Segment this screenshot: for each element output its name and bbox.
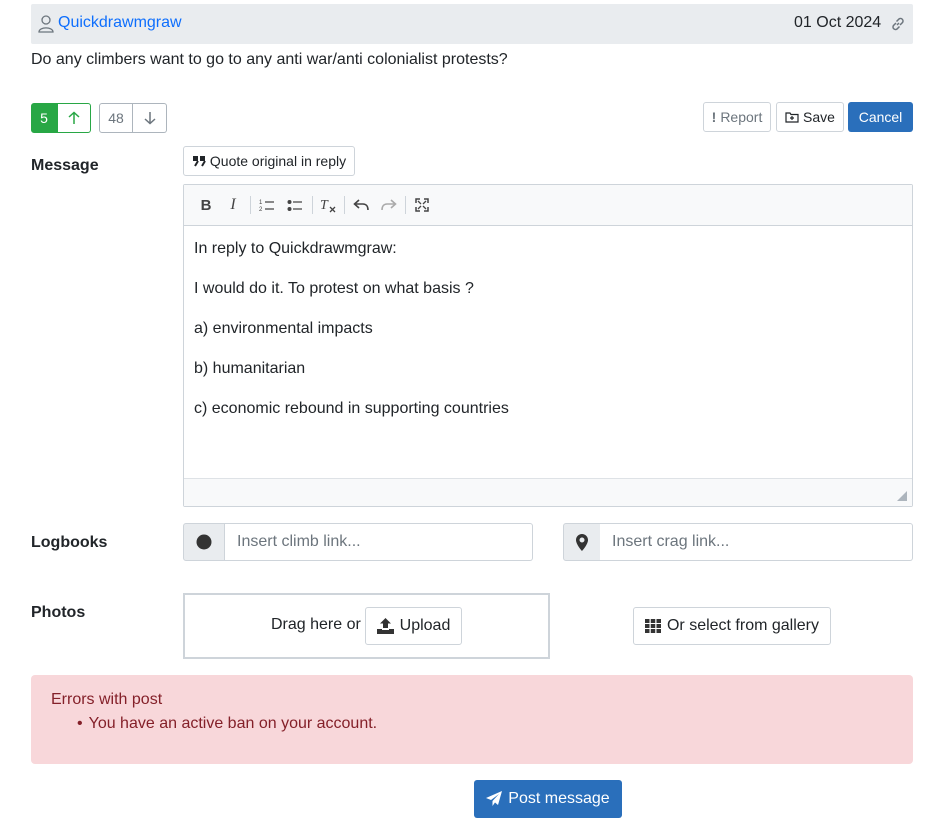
redo-button[interactable] [379,195,399,215]
photos-label: Photos [31,604,86,621]
quote-icon [192,156,206,167]
resize-handle-icon[interactable] [897,491,907,501]
error-title: Errors with post [51,691,163,708]
bold-icon: B [200,196,212,214]
folder-plus-icon [785,112,799,123]
gallery-label: Or select from gallery [666,617,820,634]
map-marker-icon [576,533,588,551]
upload-icon [376,618,394,634]
crag-link-prefix [563,523,601,561]
exclamation-icon: ! [711,109,717,125]
italic-icon: I [230,196,236,213]
toolbar-divider [250,196,251,214]
editor-line: I would do it. To protest on what basis … [194,280,474,297]
undo-button[interactable] [351,195,371,215]
climb-circle-icon [196,534,212,550]
toolbar-divider [405,196,406,214]
italic-button[interactable]: I [223,195,243,215]
save-label: Save [803,109,835,125]
svg-text:T: T [320,198,329,213]
bullet-list-button[interactable] [285,195,305,215]
clear-format-button[interactable]: T [318,195,338,215]
upload-button[interactable]: Upload [365,607,462,645]
post-date: 01 Oct 2024 [794,14,882,31]
undo-icon [353,199,369,211]
climb-link-input[interactable] [225,523,533,561]
cancel-button[interactable]: Cancel [848,102,913,132]
save-button[interactable]: Save [776,102,844,132]
logbooks-label: Logbooks [31,534,108,551]
error-item: You have an active ban on your account. [77,715,378,733]
paper-plane-icon [486,791,503,806]
user-icon [38,15,54,33]
svg-text:1: 1 [259,200,263,206]
upvote-count: 5 [31,103,57,133]
editor-statusbar [184,478,912,506]
editor-line: a) environmental impacts [194,320,373,337]
climb-link-prefix [183,523,225,561]
fullscreen-icon [415,198,429,212]
downvote-button[interactable] [133,103,167,133]
arrow-down-icon [143,112,156,125]
report-label: Report [720,109,763,125]
upload-label: Upload [399,617,451,634]
svg-text:2: 2 [259,207,263,212]
editor-content[interactable]: In reply to Quickdrawmgraw: I would do i… [194,239,509,439]
quote-original-button[interactable]: Quote original in reply [183,146,355,176]
upvote-button[interactable] [57,103,91,133]
toolbar-divider [312,196,313,214]
toolbar-divider [344,196,345,214]
error-list: You have an active ban on your account. [77,715,378,733]
link-icon[interactable] [889,15,907,33]
bullet-list-icon [287,200,302,211]
clear-format-icon: T [320,198,336,213]
numbered-list-button[interactable]: 1 2 [257,195,277,215]
fullscreen-button[interactable] [412,195,432,215]
post-message-button[interactable]: Post message [474,780,622,818]
crag-link-input[interactable] [600,523,913,561]
editor-line: In reply to Quickdrawmgraw: [194,240,397,257]
drag-text: Drag here or [271,616,361,633]
arrow-up-icon [68,111,80,124]
bold-button[interactable]: B [196,195,216,215]
quote-label: Quote original in reply [209,153,347,169]
author-link[interactable]: Quickdrawmgraw [58,14,182,32]
editor-line: c) economic rebound in supporting countr… [194,400,509,417]
post-body: Do any climbers want to go to any anti w… [31,51,508,68]
redo-icon [381,199,397,211]
numbered-list-icon: 1 2 [259,200,274,212]
downvote-count: 48 [99,103,133,133]
gallery-button[interactable]: Or select from gallery [633,607,831,645]
grid-icon [644,619,661,633]
report-button[interactable]: ! Report [703,102,771,132]
editor-line: b) humanitarian [194,360,306,377]
message-label: Message [31,157,99,174]
post-message-label: Post message [508,790,610,807]
